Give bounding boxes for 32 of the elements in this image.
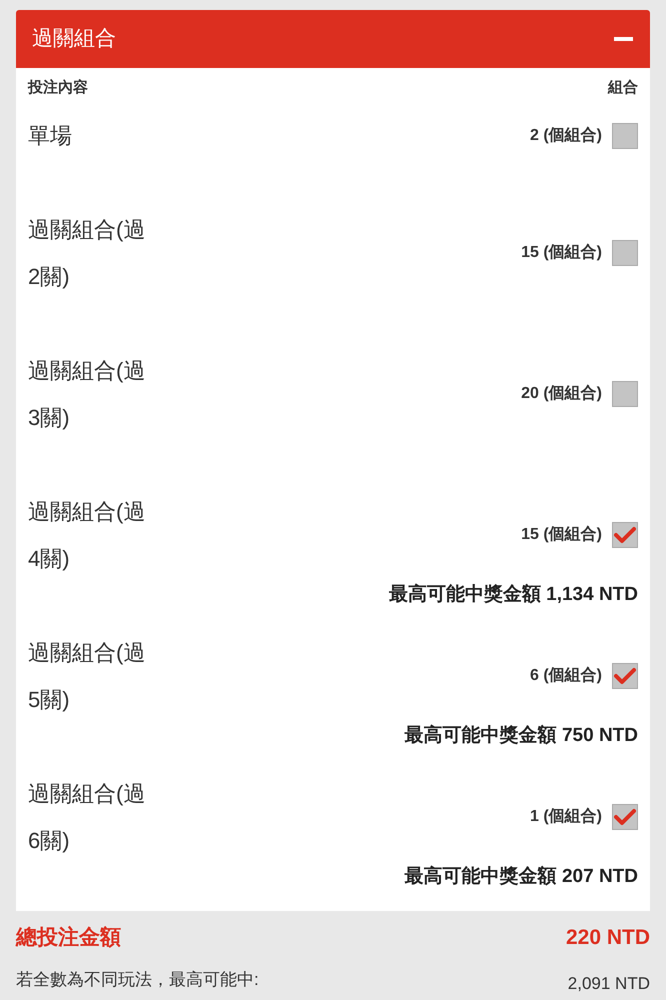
column-header: 投注內容	[28, 78, 88, 98]
bet-type-label: 單場	[28, 122, 73, 150]
panel-header[interactable]: 過關組合	[16, 10, 650, 68]
combination-count: 1 (個組合)	[530, 806, 602, 827]
max-win-amount: 2,091 NTD	[568, 973, 650, 995]
combination-count: 6 (個組合)	[530, 666, 602, 686]
checkmark-icon	[614, 808, 636, 826]
bet-type-label: 過關組合(過3關)	[28, 357, 146, 432]
checkbox[interactable]	[612, 663, 638, 689]
checkbox[interactable]	[612, 122, 638, 148]
collapse-icon	[614, 37, 633, 41]
checkbox[interactable]	[612, 240, 638, 266]
total-label: 總投注金額	[16, 924, 121, 952]
bet-type-label: 過關組合(過2關)	[28, 216, 146, 291]
combination-count: 20 (個組合)	[521, 384, 602, 404]
max-prize-text: 最高可能中獎金額 1,134 NTD	[388, 582, 638, 607]
checkmark-icon	[614, 667, 636, 685]
bet-type-label: 過關組合(過4關)	[28, 498, 146, 573]
combination-count: 15 (個組合)	[521, 524, 602, 545]
bet-type-label: 過關組合(過6關)	[28, 780, 146, 855]
max-prize-text: 最高可能中獎金額 750 NTD	[404, 724, 638, 748]
checkbox[interactable]	[612, 522, 638, 548]
checkbox[interactable]	[612, 804, 638, 830]
total-amount: 220 NTD	[566, 925, 650, 952]
max-win-label: 若全數為不同玩法，最高可能中:	[16, 969, 259, 991]
combination-count: 15 (個組合)	[521, 242, 602, 263]
bet-type-label: 過關組合(過5關)	[28, 639, 146, 714]
max-prize-text: 最高可能中獎金額 207 NTD	[404, 864, 638, 889]
combination-count: 2 (個組合)	[530, 126, 602, 146]
checkmark-icon	[614, 526, 636, 544]
checkbox[interactable]	[612, 381, 638, 407]
column-header: 組合	[608, 78, 638, 98]
